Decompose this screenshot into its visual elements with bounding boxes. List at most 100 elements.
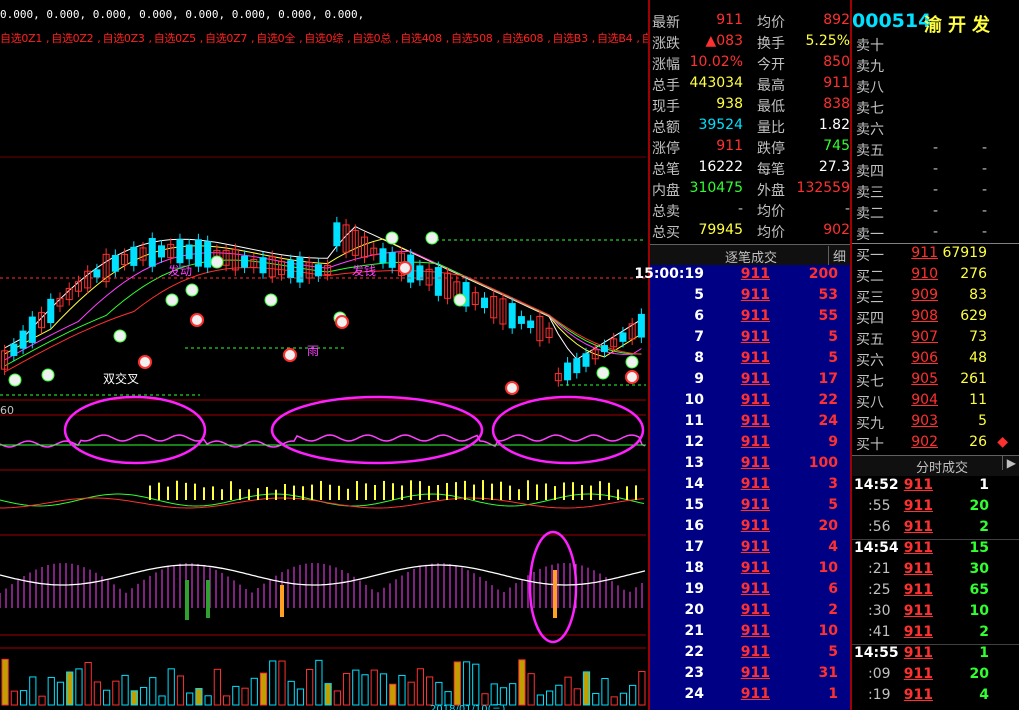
kline-chart-canvas[interactable]	[0, 0, 648, 710]
bid-level[interactable]: 买二 910 276	[852, 264, 1019, 285]
watchlist-tab[interactable]: 自选0Z3	[103, 32, 145, 45]
minute-trades-list[interactable]: 14:52 911 1:55 911 20:56 911 2 14:54 911 15:21 911…	[852, 476, 1019, 710]
tick-row[interactable]: 15:00:19 911 200	[634, 265, 850, 286]
target-marker-icon	[283, 348, 297, 362]
watchlist-tab[interactable]: 自选508	[451, 32, 493, 45]
bid-level[interactable]: 买九 903 5	[852, 411, 1019, 432]
tick-time: 14	[684, 476, 704, 492]
watchlist-tab[interactable]: 自选0Z5	[154, 32, 196, 45]
watchlist-tab[interactable]: 自选0全	[256, 32, 295, 45]
tick-row[interactable]: 15 911 5	[650, 496, 850, 517]
volume-bar	[93, 681, 102, 706]
watchlist-tab[interactable]: 自选B4	[597, 32, 633, 45]
tick-row[interactable]: 11 911 24	[650, 412, 850, 433]
bid-level[interactable]: 买十 902 26 ◆	[852, 432, 1019, 453]
watchlist-tab[interactable]: 自选0Z7	[205, 32, 247, 45]
minute-trade-row[interactable]: :21 911 30	[852, 560, 1019, 581]
tick-volume: 6	[828, 581, 838, 597]
candle-body	[582, 353, 590, 367]
tab-separator: ,	[199, 32, 204, 45]
tick-row[interactable]: 7 911 5	[650, 328, 850, 349]
ask-level[interactable]: 卖二 - -	[852, 201, 1019, 222]
tick-volume: 100	[808, 455, 838, 471]
bid-level[interactable]: 买六 906 48	[852, 348, 1019, 369]
tick-trades-header[interactable]: 逐笔成交 细	[650, 244, 850, 266]
tick-row[interactable]: 19 911 6	[650, 580, 850, 601]
tick-row[interactable]: 20 911 2	[650, 601, 850, 622]
tick-row[interactable]: 10 911 22	[650, 391, 850, 412]
bid-level[interactable]: 买四 908 629	[852, 306, 1019, 327]
expand-arrow-icon[interactable]: ▶	[1001, 456, 1016, 470]
bid-level[interactable]: 买七 905 261	[852, 369, 1019, 390]
minute-trade-row[interactable]: :55 911 20	[852, 497, 1019, 518]
ask-level[interactable]: 卖八	[852, 75, 1019, 96]
minute-trade-row[interactable]: :09 911 20	[852, 665, 1019, 686]
minute-trades-header[interactable]: 分时成交 ▶	[852, 455, 1019, 476]
tick-row[interactable]: 14 911 3	[650, 475, 850, 496]
tick-time: 15	[684, 497, 704, 513]
book-level-label: 买六	[856, 353, 884, 369]
watchlist-tab-strip[interactable]: 自选0Z1, 自选0Z2, 自选0Z3, 自选0Z5, 自选0Z7, 自选0全, 自选0综,…	[0, 30, 648, 46]
tick-row[interactable]: 21 911 10	[650, 622, 850, 643]
tick-row[interactable]: 5 911 53	[650, 286, 850, 307]
tick-row[interactable]: 18 911 10	[650, 559, 850, 580]
minute-trade-time: :09	[868, 666, 891, 682]
minute-trade-time: 14:54	[854, 540, 899, 556]
ask-level[interactable]: 卖九	[852, 54, 1019, 75]
smiley-marker-icon	[165, 293, 179, 307]
ask-level[interactable]: 卖四 - -	[852, 159, 1019, 180]
tick-row[interactable]: 8 911 5	[650, 349, 850, 370]
tick-row[interactable]: 12 911 9	[650, 433, 850, 454]
tick-trades-list[interactable]: 15:00:19 911 200 5 911 53 6 911 55 7 911 5 8 911 5 9 911…	[634, 265, 850, 710]
volume-bar	[121, 674, 129, 706]
bid-level[interactable]: 买八 904 11	[852, 390, 1019, 411]
tick-price: 911	[740, 266, 770, 282]
bid-level[interactable]: 买三 909 83	[852, 285, 1019, 306]
watchlist-tab[interactable]: 自选608	[502, 32, 544, 45]
tick-row[interactable]: 9 911 17	[650, 370, 850, 391]
tick-row[interactable]: 24 911 1	[650, 685, 850, 706]
tick-row[interactable]: 16 911 20	[650, 517, 850, 538]
minute-trade-row[interactable]: :30 911 10	[852, 602, 1019, 623]
minute-trade-row[interactable]: :56 911 2	[852, 518, 1019, 539]
minute-trade-volume: 65	[969, 582, 989, 598]
minute-trade-row[interactable]: :25 911 65	[852, 581, 1019, 602]
tick-row[interactable]: 6 911 55	[650, 307, 850, 328]
minute-trade-row[interactable]: 14:54 911 15	[852, 539, 1019, 560]
ask-level[interactable]: 卖三 - -	[852, 180, 1019, 201]
diamond-icon: ◆	[997, 434, 1008, 450]
watchlist-tab[interactable]: 自选0Z2	[51, 32, 93, 45]
watchlist-tab[interactable]: 自选0Z1	[0, 32, 42, 45]
watchlist-tab[interactable]: 自选B3	[552, 32, 588, 45]
watchlist-tab[interactable]: 自选0总	[352, 32, 391, 45]
kline-chart-panel[interactable]: 0.000, 0.000, 0.000, 0.000, 0.000, 0.000…	[0, 0, 648, 710]
ask-level[interactable]: 卖一 - -	[852, 222, 1019, 243]
ask-level[interactable]: 卖六	[852, 117, 1019, 138]
tick-row[interactable]: 23 911 31	[650, 664, 850, 685]
ask-level[interactable]: 卖五 - -	[852, 138, 1019, 159]
ask-level[interactable]: 卖七	[852, 96, 1019, 117]
tick-detail-button[interactable]: 细	[827, 246, 846, 265]
tick-row[interactable]: 13 911 100	[650, 454, 850, 475]
candle-body	[287, 260, 295, 279]
volume-bar	[19, 690, 28, 706]
minute-trade-row[interactable]: 14:52 911 1	[852, 476, 1019, 497]
quote-label-2: 换手	[757, 36, 785, 52]
bid-level[interactable]: 买一 911 67919	[852, 243, 1019, 264]
tick-row[interactable]: 17 911 4	[650, 538, 850, 559]
watchlist-tab[interactable]: 自选0综	[304, 32, 343, 45]
tick-volume: 200	[808, 266, 838, 282]
bid-level[interactable]: 买五 907 73	[852, 327, 1019, 348]
quote-value-2: 911	[823, 75, 850, 91]
minute-trade-row[interactable]: :41 911 2	[852, 623, 1019, 644]
minute-trade-row[interactable]: :19 911 4	[852, 686, 1019, 707]
target-marker-icon	[505, 381, 519, 395]
volume-bar	[287, 680, 295, 706]
watchlist-tab[interactable]: 自选408	[400, 32, 442, 45]
book-level-label: 卖四	[856, 164, 884, 180]
tick-row[interactable]: 22 911 5	[650, 643, 850, 664]
minute-trade-row[interactable]: 14:55 911 1	[852, 644, 1019, 665]
volume-bar	[103, 689, 111, 706]
candle-body	[434, 267, 442, 296]
ask-level[interactable]: 卖十	[852, 33, 1019, 54]
